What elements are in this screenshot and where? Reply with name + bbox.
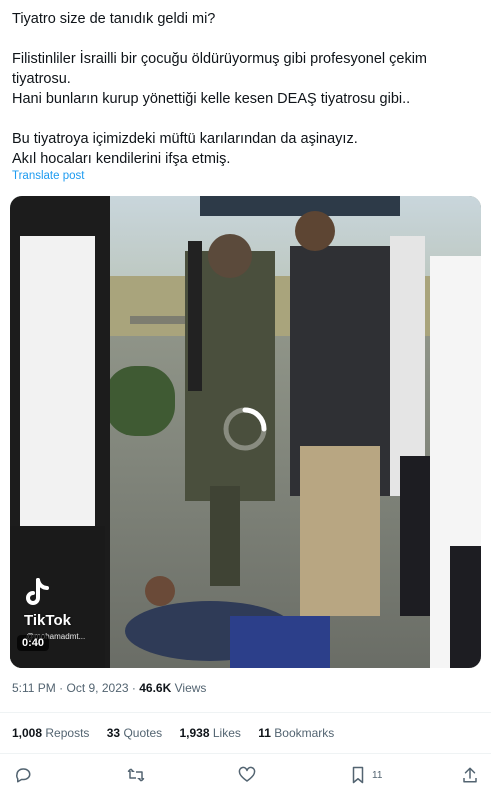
share-button[interactable] [461, 764, 479, 786]
post-text-line: Hani bunların kurup yönettiği kelle kese… [12, 91, 411, 107]
meta-separator: · [131, 681, 136, 695]
quotes-stat[interactable]: 33 Quotes [107, 726, 162, 740]
post-text-line: Bu tiyatroya içimizdeki müftü karılarınd… [12, 131, 358, 147]
reply-icon [16, 768, 31, 783]
engagement-stats: 1,008 Reposts 33 Quotes 1,938 Likes 11 B… [12, 726, 348, 740]
post-text: Tiyatro size de tanıdık geldi mi? Filist… [12, 9, 478, 169]
views-label: Views [174, 681, 207, 695]
post-text-line: Akıl hocaları kendilerini ifşa etmiş. [12, 151, 231, 167]
post-time[interactable]: 5:11 PM [12, 681, 56, 695]
bookmark-icon [352, 766, 364, 784]
post-text-line: Tiyatro size de tanıdık geldi mi? [12, 11, 216, 27]
bookmark-count: 11 [372, 769, 383, 781]
share-icon [463, 767, 477, 783]
reply-button[interactable] [14, 764, 32, 786]
repost-button[interactable] [127, 764, 145, 786]
translate-post-link[interactable]: Translate post [12, 170, 84, 182]
quotes-count: 33 [106, 726, 121, 740]
action-bar: 11 [0, 764, 491, 786]
reposts-label: Reposts [45, 726, 90, 740]
likes-label: Likes [212, 726, 241, 740]
divider [0, 712, 491, 713]
bookmark-button[interactable]: 11 [350, 764, 382, 786]
tiktok-icon [26, 578, 49, 605]
repost-icon [127, 768, 145, 782]
bookmarks-stat[interactable]: 11 Bookmarks [258, 726, 334, 740]
quotes-label: Quotes [123, 726, 163, 740]
post-metadata: 5:11 PM · Oct 9, 2023 · 46.6K Views [12, 681, 206, 695]
divider [0, 753, 491, 754]
bookmarks-count: 11 [258, 726, 271, 740]
post-text-line: Filistinliler İsrailli bir çocuğu öldürü… [12, 51, 428, 67]
reposts-count: 1,008 [12, 726, 43, 740]
post-date[interactable]: Oct 9, 2023 [67, 681, 129, 695]
video-duration-badge: 0:40 [17, 635, 50, 651]
likes-stat[interactable]: 1,938 Likes [180, 726, 241, 740]
like-icon [238, 766, 256, 782]
likes-count: 1,938 [179, 726, 210, 740]
like-button[interactable] [238, 764, 256, 786]
post-text-line: tiyatrosu. [12, 71, 71, 87]
reposts-stat[interactable]: 1,008 Reposts [12, 726, 89, 740]
loading-spinner-icon [223, 407, 267, 451]
tiktok-watermark-name: TikTok [24, 612, 71, 629]
video-player[interactable]: TikTok @mohamadmt... 0:40 [10, 196, 481, 668]
bookmarks-label: Bookmarks [274, 726, 335, 740]
views-count: 46.6K [139, 681, 172, 695]
meta-separator: · [59, 681, 64, 695]
